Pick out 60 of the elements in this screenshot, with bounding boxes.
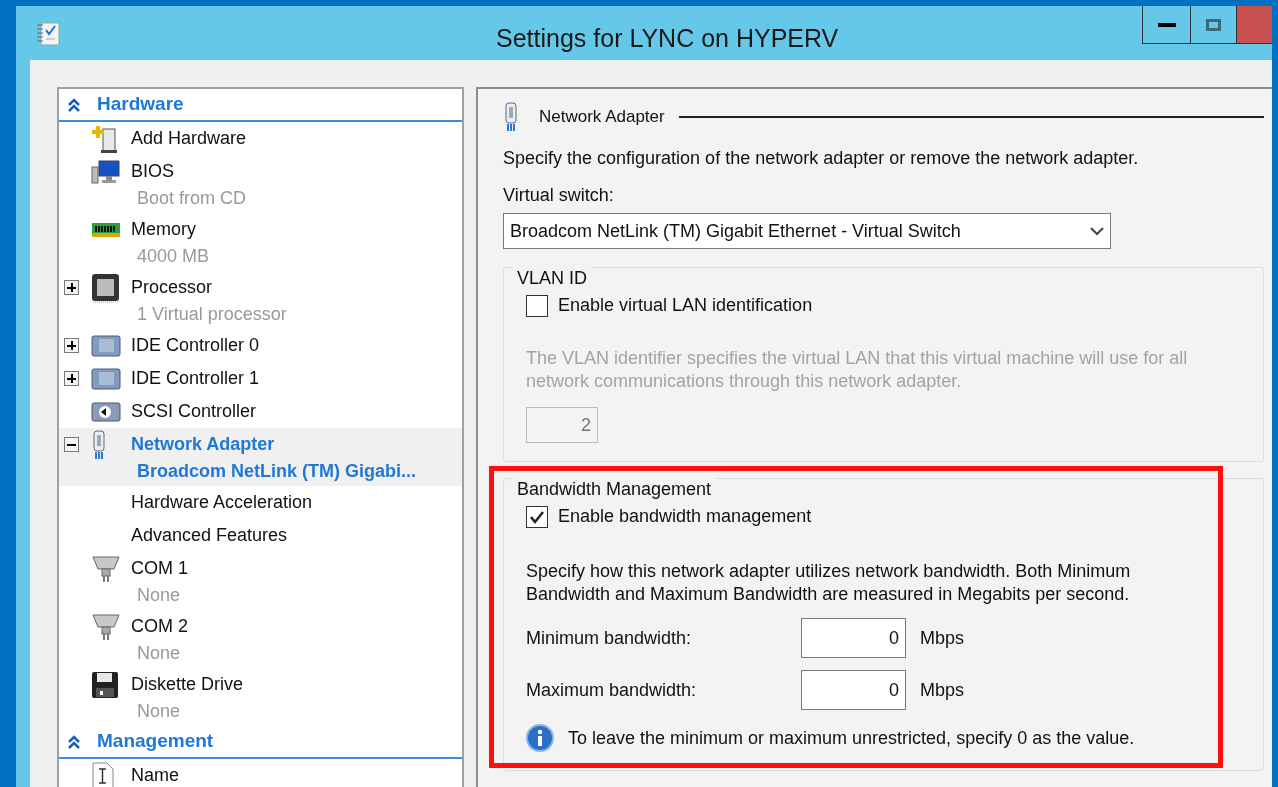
computer-icon: [91, 158, 121, 185]
serial-port-icon: [91, 553, 121, 584]
field-label: Minimum bandwidth:: [526, 626, 693, 650]
tree-item[interactable]: Hardware Acceleration: [131, 489, 313, 516]
tree-item-detail: None: [137, 584, 181, 607]
section-header[interactable]: Hardware: [97, 90, 184, 119]
settings-app-icon: [35, 20, 63, 48]
tree-item[interactable]: COM 1: [131, 555, 188, 582]
collapse-chevron-icon[interactable]: [67, 97, 81, 112]
window-title: Settings for LYNC on HYPERV: [496, 23, 839, 54]
chevron-down-icon: [1090, 226, 1104, 236]
description-text: Specify the configuration of the network adapter or remove the network adapter.: [503, 147, 1140, 170]
tree-item[interactable]: Diskette Drive: [131, 671, 244, 698]
info-icon: [526, 724, 554, 752]
tree-item-detail: 4000 MB: [137, 245, 210, 268]
bandwidth-description: Specify how this network adapter utilizes network bandwidth. Both Minimum Bandwidth and Maximum Bandwidth are measured in Megabits per second.: [526, 560, 1132, 606]
processor-chip-icon: [91, 272, 121, 303]
scsi-controller-icon: [91, 401, 121, 422]
tree-item-detail: Broadcom NetLink (TM) Gigabi...: [137, 460, 416, 483]
network-adapter-icon: [91, 429, 107, 460]
group-title: Bandwidth Management: [513, 478, 716, 500]
expand-toggle-icon[interactable]: [64, 371, 79, 386]
tree-item[interactable]: COM 2: [131, 613, 188, 640]
vlan-description: The VLAN identifier specifies the virtual LAN that this virtual machine will use for all network communications through this network adapter.: [526, 347, 1189, 393]
info-note: To leave the minimum or maximum unrestricted, specify 0 as the value.: [568, 726, 1135, 750]
tree-item-detail: Boot from CD: [137, 187, 247, 210]
tree-item[interactable]: IDE Controller 1: [131, 365, 260, 392]
unit-label: Mbps: [920, 678, 964, 702]
tree-item-detail: None: [137, 700, 181, 723]
bandwidth-field[interactable]: 0: [801, 670, 906, 710]
checkbox-label[interactable]: Enable bandwidth management: [558, 503, 812, 530]
serial-port-icon: [91, 611, 121, 642]
tree-item[interactable]: Name: [131, 762, 179, 787]
section-heading: Network Adapter: [539, 106, 665, 129]
expand-toggle-icon[interactable]: [64, 280, 79, 295]
unit-label: Mbps: [920, 626, 964, 650]
expand-toggle-icon[interactable]: [64, 338, 79, 353]
field-label: Virtual switch:: [503, 184, 615, 207]
memory-module-icon: [91, 221, 121, 238]
tree-item[interactable]: Memory: [131, 216, 196, 243]
tree-item[interactable]: BIOS: [131, 158, 174, 185]
network-adapter-icon: [503, 102, 519, 132]
collapse-toggle-icon[interactable]: [64, 437, 79, 452]
virtual-switch-dropdown[interactable]: Broadcom NetLink (TM) Gigabit Ethernet - Virtual Switch: [503, 213, 1111, 249]
field-label: Maximum bandwidth:: [526, 678, 698, 702]
tree-item[interactable]: IDE Controller 0: [131, 332, 260, 359]
selected-tree-row[interactable]: Network Adapter Broadcom NetLink (TM) Gigabi...: [59, 428, 462, 486]
tree-item[interactable]: Network Adapter: [131, 431, 275, 458]
controller-card-icon: [91, 334, 121, 357]
tree-item-detail: None: [137, 642, 181, 665]
bandwidth-field[interactable]: 0: [801, 618, 906, 658]
section-header[interactable]: Management: [97, 727, 214, 756]
tree-item[interactable]: Advanced Features: [131, 522, 288, 549]
tree-item[interactable]: Add Hardware: [131, 125, 247, 152]
tree-item[interactable]: SCSI Controller: [131, 398, 257, 425]
tree-item-detail: 1 Virtual processor: [137, 303, 287, 326]
checked-checkbox[interactable]: [526, 505, 548, 528]
controller-card-icon: [91, 367, 121, 390]
tree-item[interactable]: Processor: [131, 274, 213, 301]
collapse-chevron-icon[interactable]: [67, 734, 81, 749]
